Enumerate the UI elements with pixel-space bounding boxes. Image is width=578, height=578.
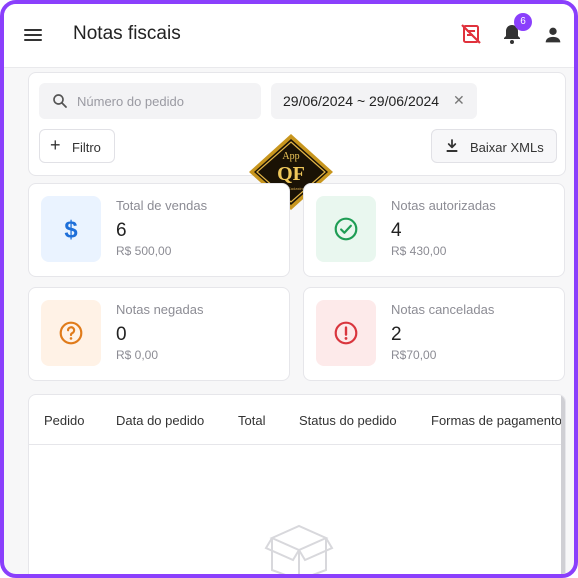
stat-amount: R$ 430,00 (391, 244, 447, 258)
stat-icon-box: $ (41, 196, 101, 262)
order-number-input[interactable] (77, 83, 257, 119)
search-box[interactable] (39, 83, 261, 119)
column-header-order[interactable]: Pedido (44, 413, 84, 428)
stat-count: 6 (116, 220, 127, 241)
svg-text:QF: QF (277, 163, 305, 185)
svg-text:$: $ (64, 217, 77, 242)
stat-icon-box (41, 300, 101, 366)
stat-count: 2 (391, 324, 402, 345)
stat-card-total-sales: $ Total de vendas 6 R$ 500,00 (28, 183, 290, 277)
dollar-icon: $ (64, 217, 77, 242)
orders-table: Pedido Data do pedido Total Status do pe… (28, 394, 566, 574)
date-range-picker[interactable]: 29/06/2024 ~ 29/06/2024 ✕ (271, 83, 477, 119)
stat-card-canceled: Notas canceladas 2 R$70,00 (303, 287, 565, 381)
stat-title: Notas negadas (116, 302, 204, 317)
menu-icon[interactable] (24, 26, 42, 42)
stat-title: Notas autorizadas (391, 198, 496, 213)
table-scrollbar[interactable] (561, 395, 565, 574)
column-header-total[interactable]: Total (238, 413, 265, 428)
download-xml-label: Baixar XMLs (470, 140, 544, 155)
app-frame: Notas fiscais 6 29/06/2024 ~ 29/06/2 (0, 0, 578, 578)
download-xml-button[interactable]: Baixar XMLs (431, 129, 557, 163)
stat-count: 4 (391, 220, 402, 241)
clear-date-icon[interactable]: ✕ (453, 92, 465, 109)
empty-box-icon (264, 524, 334, 574)
search-icon (53, 94, 67, 108)
plus-icon: + (50, 135, 61, 155)
stat-card-authorized: Notas autorizadas 4 R$ 430,00 (303, 183, 565, 277)
filter-button[interactable]: + Filtro (39, 129, 115, 163)
column-header-payment-methods[interactable]: Formas de pagamento (431, 413, 562, 428)
user-icon[interactable] (542, 24, 564, 46)
filter-button-label: Filtro (72, 140, 101, 155)
stat-count: 0 (116, 324, 127, 345)
download-icon (446, 139, 458, 152)
stat-card-denied: Notas negadas 0 R$ 0,00 (28, 287, 290, 381)
notification-badge: 6 (514, 13, 532, 31)
column-header-order-status[interactable]: Status do pedido (299, 413, 397, 428)
check-circle-icon (334, 217, 358, 241)
stat-amount: R$ 500,00 (116, 244, 172, 258)
stat-amount: R$ 0,00 (116, 348, 159, 362)
date-range-value: 29/06/2024 ~ 29/06/2024 (283, 93, 440, 109)
app-header: Notas fiscais 6 (4, 4, 574, 68)
stat-icon-box (316, 196, 376, 262)
alert-circle-icon (334, 321, 358, 345)
table-header: Pedido Data do pedido Total Status do pe… (29, 395, 565, 445)
svg-text:App: App (282, 151, 299, 162)
question-circle-icon (59, 321, 83, 345)
stat-icon-box (316, 300, 376, 366)
stat-amount: R$70,00 (391, 348, 437, 362)
stat-title: Total de vendas (116, 198, 208, 213)
column-header-order-date[interactable]: Data do pedido (116, 413, 204, 428)
stat-title: Notas canceladas (391, 302, 495, 317)
page-title: Notas fiscais (73, 23, 181, 44)
no-invoice-icon[interactable] (459, 22, 483, 46)
